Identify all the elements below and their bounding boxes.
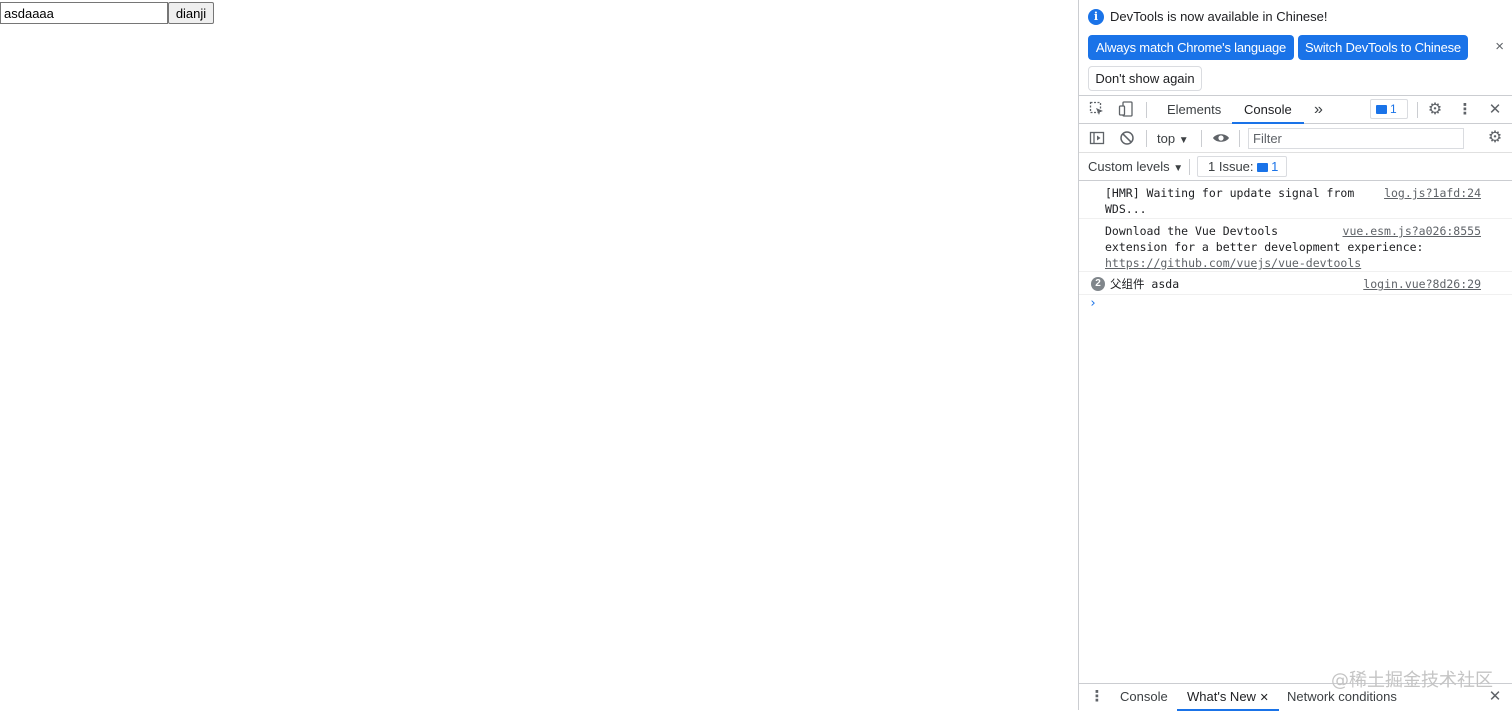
log-levels-label: Custom levels	[1088, 159, 1170, 174]
device-toolbar-icon[interactable]	[1117, 101, 1135, 119]
repeat-count-badge: 2	[1091, 277, 1105, 291]
issues-label: 1 Issue:	[1208, 159, 1254, 174]
devtools-panel: i DevTools is now available in Chinese! …	[1078, 0, 1512, 711]
inspect-element-icon[interactable]	[1088, 101, 1106, 119]
filter-input[interactable]	[1248, 128, 1464, 149]
log-levels-dropdown[interactable]: Custom levels ▼	[1088, 159, 1183, 174]
drawer-tab-whats-new[interactable]: What's New ✕	[1177, 684, 1279, 711]
devtools-tabbar: Elements Console » 1 ⚙ ⋮ ✕	[1079, 96, 1512, 124]
watermark: @稀土掘金技术社区	[1331, 670, 1493, 691]
tab-elements[interactable]: Elements	[1155, 96, 1233, 124]
tab-console[interactable]: Console	[1232, 96, 1304, 124]
drawer-tab-console[interactable]: Console	[1120, 684, 1168, 711]
infobar-close-icon[interactable]: ×	[1495, 38, 1504, 55]
context-label: top	[1157, 131, 1176, 146]
language-infobar: i DevTools is now available in Chinese! …	[1079, 0, 1512, 96]
switch-language-button[interactable]: Switch DevTools to Chinese	[1298, 35, 1468, 60]
chevron-down-icon: ▼	[1178, 135, 1189, 146]
context-selector[interactable]: top ▼	[1157, 131, 1189, 146]
more-tabs-icon[interactable]: »	[1302, 96, 1335, 124]
source-link[interactable]: log.js?1afd:24	[1384, 185, 1481, 201]
dianji-button[interactable]: dianji	[168, 2, 214, 24]
issues-badge[interactable]: 1	[1370, 99, 1408, 119]
issues-button[interactable]: 1 Issue: 1	[1197, 156, 1287, 177]
console-levelbar: Custom levels ▼ 1 Issue: 1	[1079, 153, 1512, 181]
web-page: dianji	[0, 0, 1078, 710]
source-link[interactable]: login.vue?8d26:29	[1363, 276, 1481, 292]
console-message: Download the Vue Devtools extension for …	[1079, 220, 1512, 272]
issues-badge-count: 1	[1390, 102, 1397, 116]
settings-gear-icon[interactable]: ⚙	[1426, 101, 1444, 119]
match-language-button[interactable]: Always match Chrome's language	[1088, 35, 1294, 60]
message-text: [HMR] Waiting for update signal from WDS…	[1105, 186, 1355, 216]
console-toolbar: top ▼ ⚙	[1079, 124, 1512, 153]
console-prompt[interactable]: ›	[1089, 296, 1097, 311]
console-message: [HMR] Waiting for update signal from WDS…	[1079, 182, 1512, 219]
info-icon: i	[1088, 9, 1104, 25]
message-text: 父组件 asda	[1110, 277, 1180, 291]
clear-console-icon[interactable]	[1118, 130, 1136, 148]
more-options-icon[interactable]: ⋮	[1456, 101, 1474, 119]
issues-count: 1	[1271, 159, 1279, 174]
whats-new-label: What's New	[1187, 689, 1256, 704]
infobar-message: DevTools is now available in Chinese!	[1110, 9, 1328, 24]
drawer-menu-icon[interactable]: ⋮	[1088, 688, 1106, 706]
message-icon	[1376, 105, 1387, 115]
source-link[interactable]: vue.esm.js?a026:8555	[1343, 223, 1481, 239]
eye-icon[interactable]	[1212, 130, 1230, 148]
close-devtools-icon[interactable]: ✕	[1486, 101, 1504, 119]
message-icon	[1257, 163, 1269, 173]
dont-show-again-button[interactable]: Don't show again	[1088, 66, 1202, 91]
close-tab-icon[interactable]: ✕	[1260, 692, 1269, 704]
console-message: 2 父组件 asda login.vue?8d26:29	[1079, 273, 1512, 295]
chevron-down-icon: ▼	[1173, 163, 1184, 174]
text-input[interactable]	[0, 2, 168, 24]
console-settings-icon[interactable]: ⚙	[1486, 129, 1504, 147]
sidebar-toggle-icon[interactable]	[1088, 130, 1106, 148]
message-link[interactable]: https://github.com/vuejs/vue-devtools	[1105, 256, 1361, 270]
